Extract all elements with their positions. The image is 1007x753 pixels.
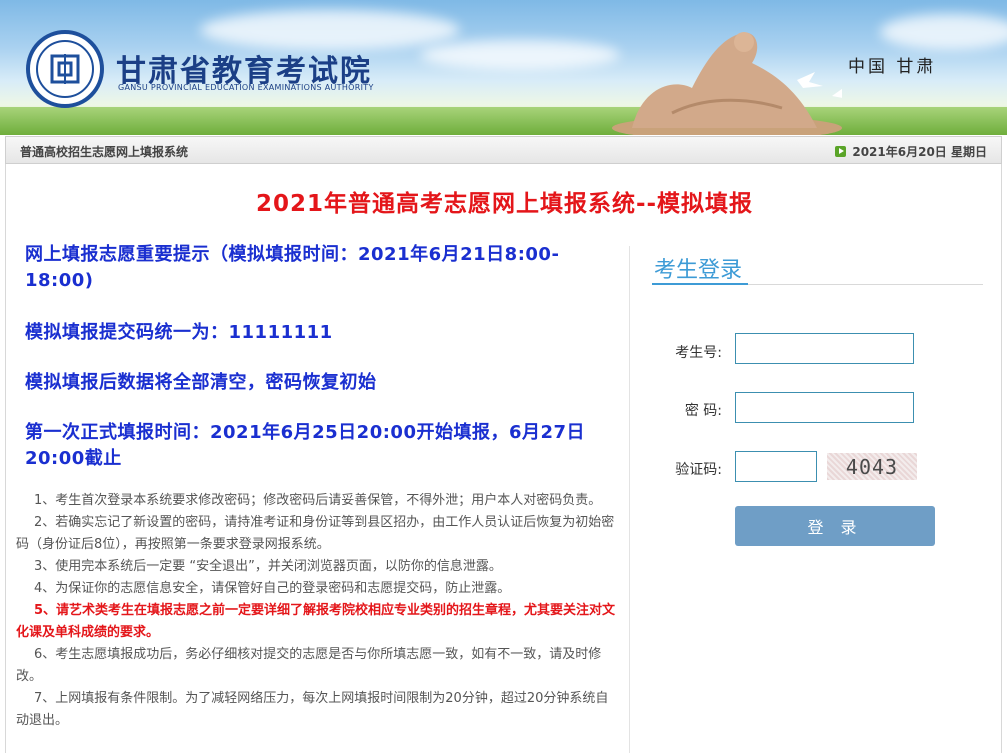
site-subtitle: GANSU PROVINCIAL EDUCATION EXAMINATIONS …	[118, 83, 374, 92]
login-button[interactable]: 登 录	[735, 506, 935, 546]
rule-item: 3、使用完本系统后一定要 “安全退出”，并关闭浏览器页面，以防你的信息泄露。	[34, 559, 502, 574]
rule-item: 2、若确实忘记了新设置的密码，请持准考证和身份证等到县区招办，由工作人员认证后恢…	[16, 515, 615, 552]
rule-item: 6、考生志愿填报成功后，务必仔细核对提交的志愿是否与你所填志愿一致，如有不一致，…	[16, 647, 602, 684]
notice-submit-code: 模拟填报提交码统一为：11111111	[25, 322, 333, 343]
notice-fill-time: 网上填报志愿重要提示（模拟填报时间：2021年6月21日8:00-18:00)	[25, 244, 560, 291]
captcha-image[interactable]: 4043	[827, 453, 917, 480]
header-banner: 甘肃省教育考试院 GANSU PROVINCIAL EDUCATION EXAM…	[0, 0, 1007, 135]
login-title: 考生登录	[654, 258, 743, 283]
login-title-accent	[652, 283, 748, 285]
password-label: 密 码:	[684, 403, 722, 419]
rule-item: 7、上网填报有条件限制。为了减轻网络压力，每次上网填报时间限制为20分钟，超过2…	[16, 691, 609, 728]
region-label: 中国 甘肃	[848, 57, 937, 77]
notice-official-time: 第一次正式填报时间：2021年6月25日20:00开始填报，6月27日20:00…	[25, 422, 586, 469]
exam-number-label: 考生号:	[675, 345, 722, 361]
rule-item: 1、考生首次登录本系统要求修改密码；修改密码后请妥善保管，不得外泄；用户本人对密…	[34, 493, 602, 508]
rule-item: 4、为保证你的志愿信息安全，请保管好自己的登录密码和志愿提交码，防止泄露。	[34, 581, 511, 596]
main-content: 2021年普通高考志愿网上填报系统--模拟填报 网上填报志愿重要提示（模拟填报时…	[5, 164, 1002, 753]
password-input[interactable]	[735, 392, 914, 423]
top-nav-bar: 普通高校招生志愿网上填报系统 2021年6月20日 星期日	[5, 136, 1002, 164]
rule-item-art-students: 5、请艺术类考生在填报志愿之前一定要详细了解报考院校相应专业类别的招生章程，尤其…	[16, 603, 616, 640]
cloud-decoration	[420, 40, 620, 70]
grass-decoration	[0, 107, 1007, 135]
cloud-decoration	[880, 14, 1007, 50]
cloud-decoration	[200, 10, 460, 50]
exam-number-input[interactable]	[735, 333, 914, 364]
page-title: 2021年普通高考志愿网上填报系统--模拟填报	[255, 191, 754, 217]
authority-logo-icon	[26, 30, 104, 108]
notice-data-reset: 模拟填报后数据将全部清空，密码恢复初始	[25, 372, 377, 393]
mother-statue-image	[612, 32, 842, 135]
captcha-input[interactable]	[735, 451, 817, 482]
system-name: 普通高校招生志愿网上填报系统	[20, 145, 189, 159]
rules-list: 1、考生首次登录本系统要求修改密码；修改密码后请妥善保管，不得外泄；用户本人对密…	[16, 490, 616, 732]
current-date: 2021年6月20日 星期日	[835, 143, 987, 160]
captcha-label: 验证码:	[675, 462, 722, 478]
arrow-right-icon	[835, 146, 847, 157]
column-divider	[629, 246, 630, 753]
date-text: 2021年6月20日 星期日	[852, 145, 987, 159]
